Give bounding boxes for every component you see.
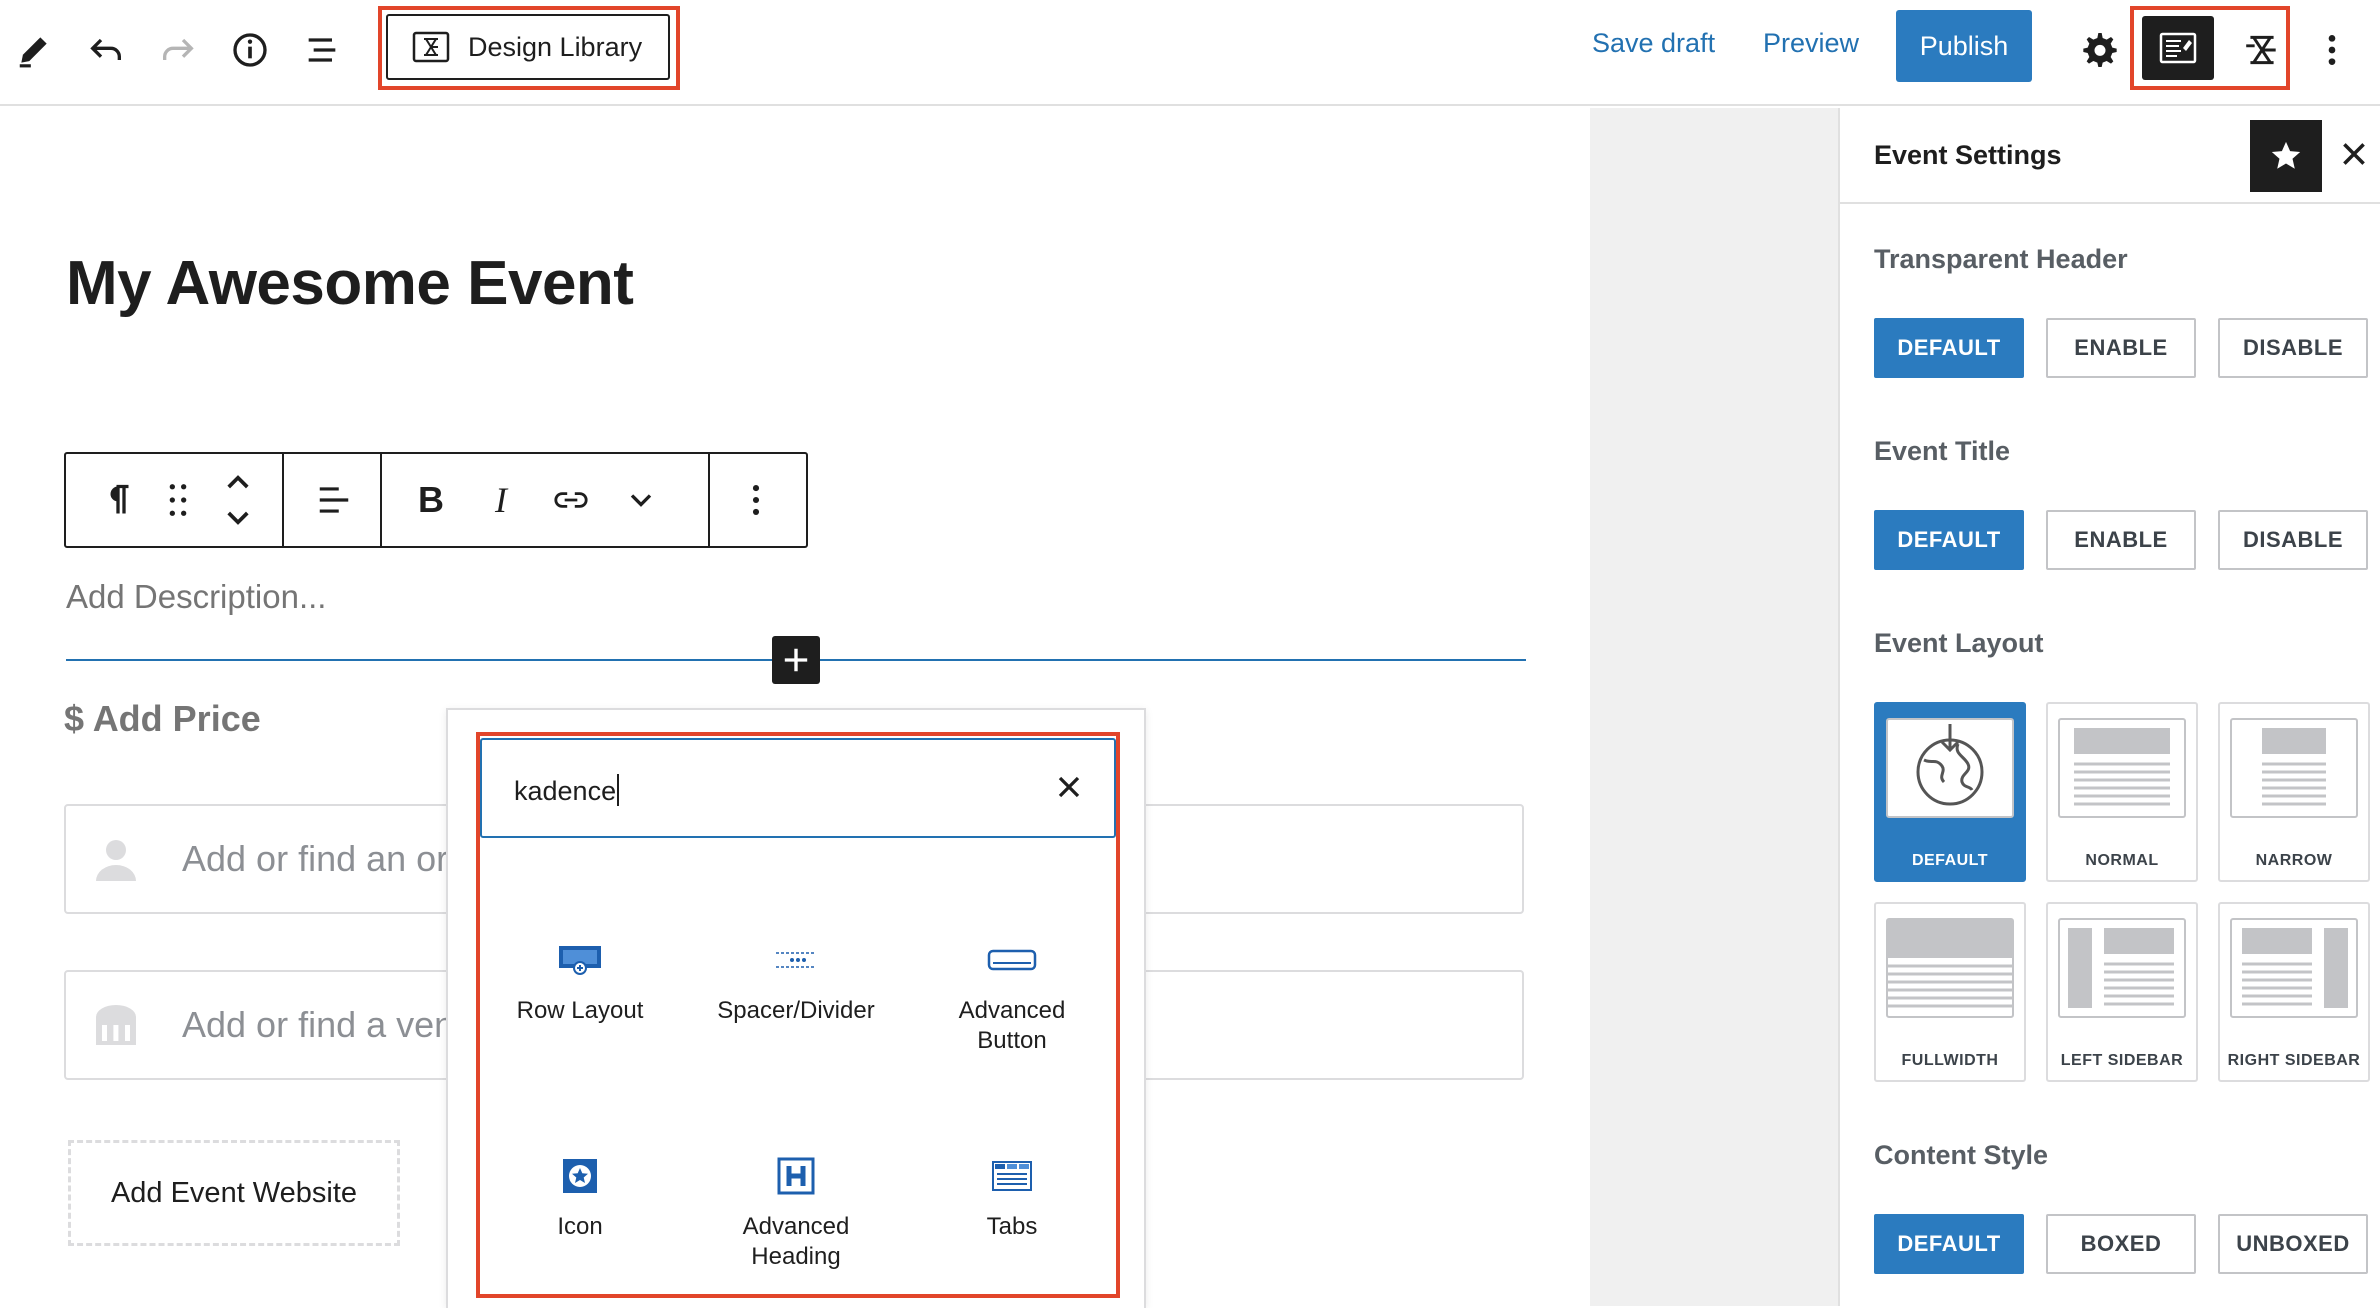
block-icon[interactable]: Icon <box>472 1144 688 1242</box>
transparent-header-label: Transparent Header <box>1874 244 2128 274</box>
post-title[interactable]: My Awesome Event <box>66 248 634 319</box>
add-event-website-button[interactable]: Add Event Website <box>68 1140 400 1246</box>
event-settings-sidebar: Event Settings Transparent Header DEFAUL… <box>1838 108 2380 1306</box>
event-layout-label: Event Layout <box>1874 628 2044 658</box>
publish-button[interactable]: Publish <box>1896 10 2032 82</box>
layout-left-sidebar-thumb <box>2058 918 2186 1018</box>
block-label: Spacer/Divider <box>717 997 875 1024</box>
block-toolbar: B I <box>64 452 808 548</box>
layout-default[interactable]: DEFAULT <box>1874 702 2026 882</box>
design-library-button[interactable]: Design Library <box>386 14 670 80</box>
canvas-gutter <box>1590 108 1838 1306</box>
layout-label: FULLWIDTH <box>1901 1052 1999 1069</box>
settings-gear-icon[interactable] <box>2070 20 2130 80</box>
block-more-options-icon[interactable] <box>726 454 786 546</box>
preview-button[interactable]: Preview <box>1763 28 1859 59</box>
layout-narrow-thumb <box>2230 718 2358 818</box>
layout-label: LEFT SIDEBAR <box>2060 1052 2184 1069</box>
tabs-icon <box>904 1144 1120 1208</box>
bold-button[interactable]: B <box>396 454 466 546</box>
design-library-label: Design Library <box>468 31 643 62</box>
layout-label: NORMAL <box>2085 852 2159 869</box>
layout-label: DEFAULT <box>1911 852 1989 869</box>
block-label: Row Layout <box>516 997 644 1024</box>
venue-icon <box>92 1001 162 1049</box>
layout-narrow[interactable]: NARROW <box>2218 702 2370 882</box>
event-title-disable[interactable]: DISABLE <box>2218 510 2368 570</box>
block-label: Icon <box>557 1213 603 1240</box>
paragraph-icon[interactable] <box>88 454 148 546</box>
transparent-header-disable[interactable]: DISABLE <box>2218 318 2368 378</box>
layout-fullwidth[interactable]: FULLWIDTH <box>1874 902 2026 1082</box>
content-style-label: Content Style <box>1874 1140 2049 1170</box>
move-up-down-icon[interactable] <box>208 454 268 546</box>
layout-right-sidebar[interactable]: RIGHT SIDEBAR <box>2218 902 2370 1082</box>
kadence-icon[interactable] <box>2232 20 2292 80</box>
star-icon[interactable] <box>2250 120 2322 192</box>
more-options-icon[interactable] <box>2302 20 2362 80</box>
chevron-down-icon[interactable] <box>606 454 676 546</box>
layout-left-sidebar[interactable]: LEFT SIDEBAR <box>2046 902 2198 1082</box>
layout-label: RIGHT SIDEBAR <box>2227 1052 2361 1069</box>
info-icon[interactable] <box>220 20 280 80</box>
spacer-divider-icon <box>688 928 904 992</box>
organizer-placeholder: Add or find an org <box>182 838 469 879</box>
layout-fullwidth-thumb <box>1886 918 2014 1018</box>
editor-top-toolbar: Design Library Save draft Preview Publis… <box>0 0 2380 106</box>
content-style-unboxed[interactable]: UNBOXED <box>2218 1214 2368 1274</box>
close-icon[interactable] <box>1054 772 1084 807</box>
plus-icon <box>784 648 808 672</box>
save-draft-button[interactable]: Save draft <box>1592 28 1715 59</box>
transparent-header-enable[interactable]: ENABLE <box>2046 318 2196 378</box>
undo-icon[interactable] <box>76 20 136 80</box>
sidebar-header: Event Settings <box>1840 108 2380 204</box>
block-tabs[interactable]: Tabs <box>904 1144 1120 1242</box>
transparent-header-default[interactable]: DEFAULT <box>1874 318 2024 378</box>
layout-label: NARROW <box>2255 852 2333 869</box>
content-style-boxed[interactable]: BOXED <box>2046 1214 2196 1274</box>
globe-download-icon <box>1886 718 2014 818</box>
description-placeholder[interactable]: Add Description... <box>66 578 326 616</box>
block-label: Advanced Heading <box>742 1213 850 1270</box>
person-icon <box>92 835 162 883</box>
icon-block-icon <box>472 1144 688 1208</box>
block-label: Tabs <box>986 1213 1038 1240</box>
layout-right-sidebar-thumb <box>2230 918 2358 1018</box>
event-settings-panel-icon[interactable] <box>2142 16 2214 80</box>
row-layout-icon <box>472 928 688 992</box>
venue-placeholder: Add or find a venu <box>182 1004 475 1045</box>
add-block-button[interactable] <box>772 636 820 684</box>
block-row-layout[interactable]: Row Layout <box>472 928 688 1026</box>
event-title-label: Event Title <box>1874 436 2011 466</box>
advanced-heading-icon <box>688 1144 904 1208</box>
close-icon[interactable] <box>2338 138 2370 175</box>
block-label: Advanced Button <box>958 997 1066 1054</box>
event-title-default[interactable]: DEFAULT <box>1874 510 2024 570</box>
drag-handle-icon[interactable] <box>148 454 208 546</box>
redo-icon[interactable] <box>148 20 208 80</box>
align-icon[interactable] <box>294 454 374 546</box>
content-style-default[interactable]: DEFAULT <box>1874 1214 2024 1274</box>
pencil-icon[interactable] <box>4 20 64 80</box>
block-advanced-button[interactable]: Advanced Button <box>904 928 1120 1056</box>
block-search-value: kadence <box>514 776 617 806</box>
sidebar-title: Event Settings <box>1874 140 2062 170</box>
italic-button[interactable]: I <box>466 454 536 546</box>
event-title-enable[interactable]: ENABLE <box>2046 510 2196 570</box>
kadence-design-library-icon <box>412 31 450 63</box>
block-advanced-heading[interactable]: Advanced Heading <box>688 1144 904 1272</box>
link-icon[interactable] <box>536 454 606 546</box>
add-price-field[interactable]: $ Add Price <box>64 698 261 740</box>
list-view-icon[interactable] <box>292 20 352 80</box>
block-spacer-divider[interactable]: Spacer/Divider <box>688 928 904 1026</box>
block-search-input[interactable]: kadence <box>480 738 1116 838</box>
layout-normal-thumb <box>2058 718 2186 818</box>
layout-normal[interactable]: NORMAL <box>2046 702 2198 882</box>
advanced-button-icon <box>904 928 1120 992</box>
